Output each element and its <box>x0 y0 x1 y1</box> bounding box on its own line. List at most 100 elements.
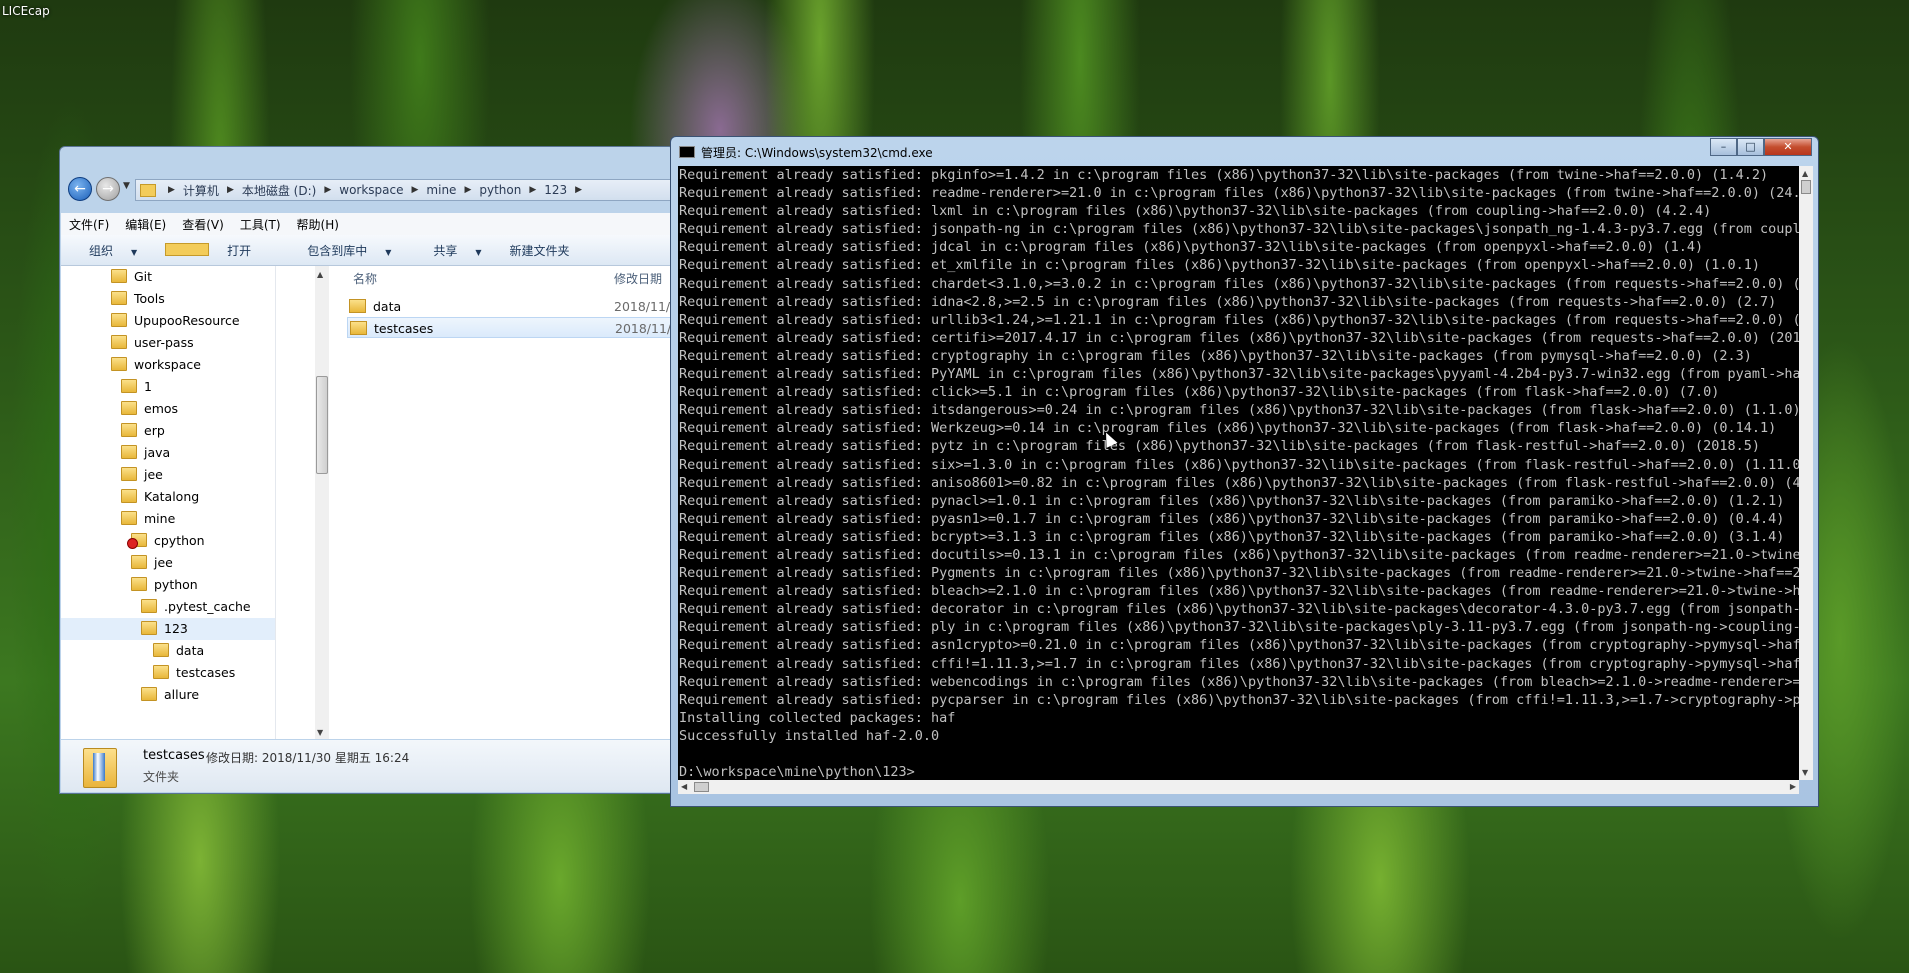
tree-item-katalong[interactable]: Katalong <box>121 486 199 508</box>
breadcrumb-item[interactable]: 计算机 <box>183 182 219 199</box>
console-prompt[interactable]: D:\workspace\mine\python\123> <box>678 763 1799 780</box>
address-bar[interactable]: ▶ 计算机 ▶ 本地磁盘 (D:) ▶ workspace ▶ mine ▶ p… <box>135 179 674 201</box>
maximize-button[interactable]: □ <box>1737 138 1764 156</box>
close-button[interactable]: ✕ <box>1764 138 1812 156</box>
tree-item-jee[interactable]: jee <box>121 464 163 486</box>
file-row-data[interactable]: data 2018/11/30 星期... <box>347 296 727 317</box>
menu-help[interactable]: 帮助(H) <box>289 216 347 233</box>
menu-edit[interactable]: 编辑(E) <box>117 216 174 233</box>
tree-item-label: Tools <box>134 291 165 306</box>
console-line: Requirement already satisfied: pynacl>=1… <box>679 492 1785 509</box>
tree-item-label: erp <box>144 423 165 438</box>
console-horizontal-scrollbar[interactable]: ◀ ▶ <box>678 780 1799 794</box>
share-button[interactable]: 共享 ▼ <box>405 242 495 259</box>
tree-item-python[interactable]: python <box>131 574 198 596</box>
tree-item-emos[interactable]: emos <box>121 398 178 420</box>
details-type: 文件夹 <box>143 770 180 784</box>
console-line: Requirement already satisfied: Pygments … <box>679 565 1799 582</box>
folder-icon <box>141 621 157 635</box>
tree-item-pytest-cache[interactable]: .pytest_cache <box>141 596 251 618</box>
breadcrumb-item[interactable]: 本地磁盘 (D:) <box>242 182 316 199</box>
explorer-window: ← → ▼ ▶ 计算机 ▶ 本地磁盘 (D:) ▶ workspace ▶ mi… <box>59 146 749 794</box>
tree-item-workspace[interactable]: workspace <box>111 354 201 376</box>
breadcrumb-item[interactable]: python <box>479 183 521 197</box>
scroll-down-icon[interactable]: ▼ <box>1802 768 1808 777</box>
open-button[interactable]: 打开 <box>151 242 279 259</box>
console-output[interactable]: Requirement already satisfied: pkginfo>=… <box>678 166 1799 780</box>
tree-item-label: user-pass <box>134 335 194 350</box>
breadcrumb-separator-icon[interactable]: ▶ <box>575 185 582 195</box>
organize-button[interactable]: 组织 ▼ <box>61 242 151 259</box>
tree-item-data[interactable]: data <box>153 640 204 662</box>
breadcrumb-separator-icon[interactable]: ▶ <box>168 185 175 195</box>
recent-pages-dropdown-icon[interactable]: ▼ <box>123 181 130 191</box>
tree-item-123[interactable]: 123 <box>61 618 275 640</box>
menu-tools[interactable]: 工具(T) <box>232 216 289 233</box>
column-header-modified[interactable]: 修改日期 <box>614 266 662 292</box>
breadcrumb-separator-icon[interactable]: ▶ <box>324 185 331 195</box>
folder-icon <box>153 665 169 679</box>
console-line: Requirement already satisfied: pkginfo>=… <box>679 167 1769 183</box>
open-folder-icon <box>165 242 210 256</box>
menu-view[interactable]: 查看(V) <box>174 216 232 233</box>
console-line: Requirement already satisfied: readme-re… <box>679 185 1799 202</box>
folder-icon <box>121 401 137 415</box>
tree-item-1[interactable]: 1 <box>121 376 152 398</box>
breadcrumb-separator-icon[interactable]: ▶ <box>227 185 234 195</box>
back-button[interactable]: ← <box>68 177 92 201</box>
tree-scrollbar-thumb[interactable] <box>316 376 328 474</box>
console-line: Successfully installed haf-2.0.0 <box>679 727 940 744</box>
scroll-up-icon[interactable]: ▲ <box>317 270 323 279</box>
scroll-down-icon[interactable]: ▼ <box>317 728 323 737</box>
include-in-library-button[interactable]: 包含到库中 ▼ <box>279 242 405 259</box>
tree-item-jee[interactable]: jee <box>131 552 173 574</box>
breadcrumb-separator-icon[interactable]: ▶ <box>412 185 419 195</box>
forward-button[interactable]: → <box>96 177 120 201</box>
tree-item-git[interactable]: Git <box>111 266 152 288</box>
vertical-scrollbar-thumb[interactable] <box>1801 180 1811 194</box>
tree-item-upupooresource[interactable]: UpupooResource <box>111 310 240 332</box>
scroll-up-icon[interactable]: ▲ <box>1802 169 1808 178</box>
file-list: ▲ 名称 修改日期 data 2018/11/30 星期... testcase… <box>335 262 749 739</box>
menu-file[interactable]: 文件(F) <box>61 216 117 233</box>
folder-icon <box>111 291 127 305</box>
console-line: Requirement already satisfied: pycparser… <box>679 691 1799 708</box>
file-row-testcases[interactable]: testcases 2018/11/30 星期... <box>347 317 728 338</box>
cmd-titlebar[interactable]: 管理员: C:\Windows\system32\cmd.exe <box>679 144 933 161</box>
horizontal-scrollbar-thumb[interactable] <box>694 782 709 792</box>
console-line: Requirement already satisfied: docutils>… <box>679 546 1799 563</box>
tree-item-mine[interactable]: mine <box>121 508 175 530</box>
minimize-button[interactable]: – <box>1710 138 1737 156</box>
tree-item-label: UpupooResource <box>134 313 240 328</box>
tree-item-erp[interactable]: erp <box>121 420 165 442</box>
tree-item-cpython[interactable]: cpython <box>127 530 205 552</box>
tree-item-java[interactable]: java <box>121 442 170 464</box>
console-line: Requirement already satisfied: Werkzeug>… <box>679 420 1777 437</box>
tree-item-allure[interactable]: allure <box>141 684 199 706</box>
tree-item-testcases[interactable]: testcases <box>153 662 235 684</box>
scroll-right-icon[interactable]: ▶ <box>1790 782 1796 791</box>
file-name: testcases <box>374 321 434 336</box>
console-line: Requirement already satisfied: et_xmlfil… <box>679 257 1760 274</box>
console-line: Requirement already satisfied: itsdanger… <box>679 402 1799 419</box>
tree-item-label: mine <box>144 511 176 526</box>
breadcrumb-item[interactable]: mine <box>426 183 456 197</box>
tree-item-user-pass[interactable]: user-pass <box>111 332 194 354</box>
breadcrumb-item[interactable]: workspace <box>339 183 403 197</box>
console-vertical-scrollbar[interactable]: ▲ ▼ <box>1799 166 1813 780</box>
tree-item-label: jee <box>154 555 173 570</box>
console-line: Requirement already satisfied: cryptogra… <box>679 347 1752 364</box>
breadcrumb-item[interactable]: 123 <box>544 183 567 197</box>
breadcrumb-separator-icon[interactable]: ▶ <box>464 185 471 195</box>
new-folder-button[interactable]: 新建文件夹 <box>496 242 584 259</box>
folder-icon <box>131 555 147 569</box>
scroll-left-icon[interactable]: ◀ <box>681 782 687 791</box>
folder-icon <box>111 357 127 371</box>
tree-item-label: 1 <box>144 379 152 394</box>
column-header-name[interactable]: 名称 <box>353 266 377 292</box>
breadcrumb-separator-icon[interactable]: ▶ <box>529 185 536 195</box>
tree-scrollbar[interactable]: ▲ ▼ <box>315 266 329 739</box>
console-line: Requirement already satisfied: bcrypt>=3… <box>679 528 1785 545</box>
tree-item-tools[interactable]: Tools <box>111 288 165 310</box>
